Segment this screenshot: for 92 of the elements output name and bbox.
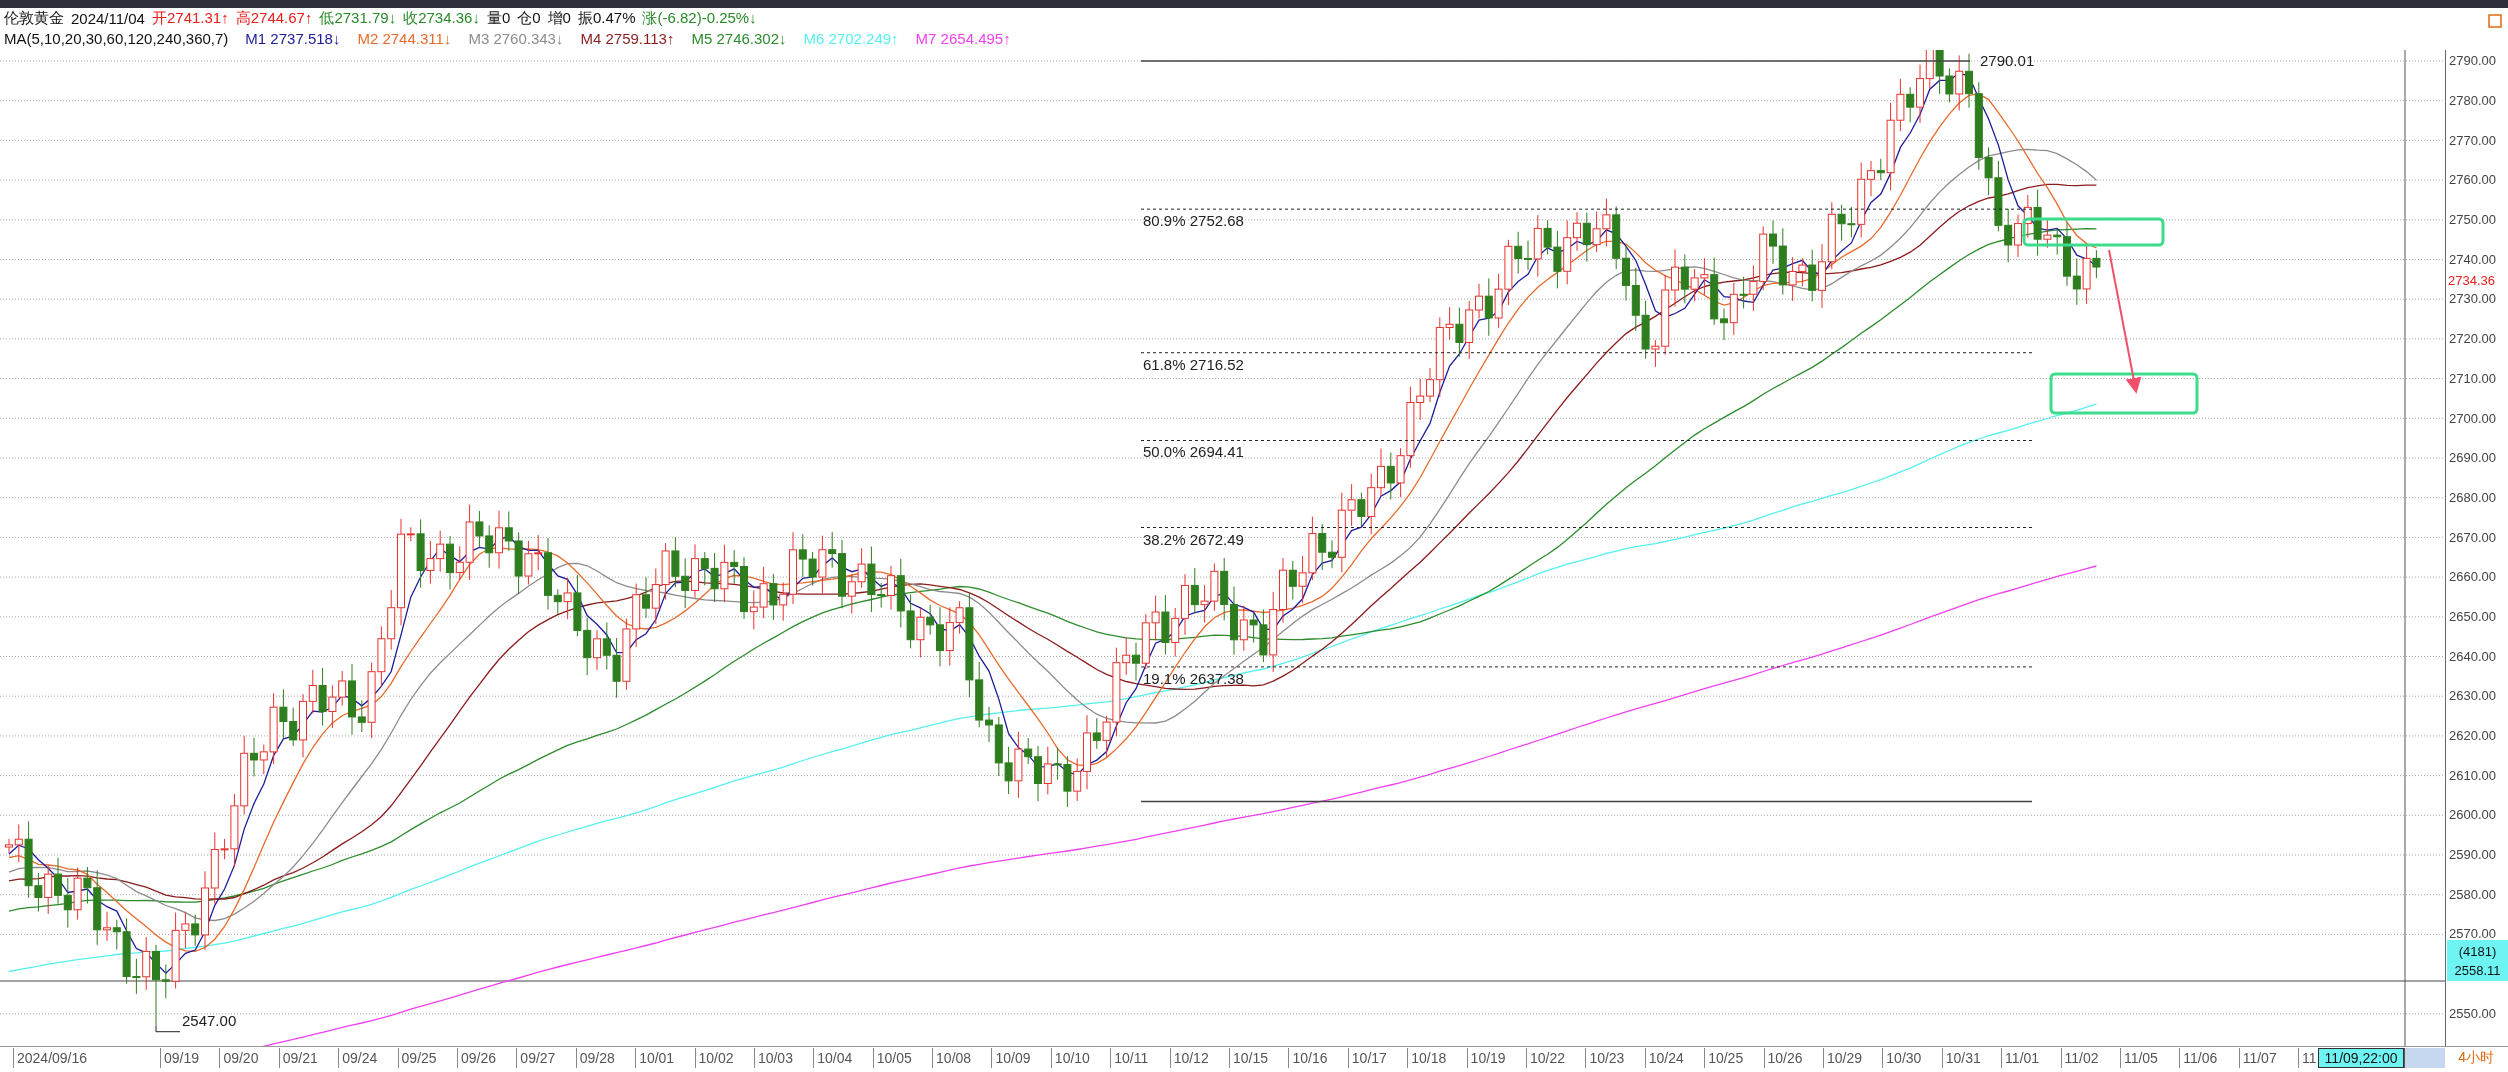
date-label: 11/01	[2004, 1050, 2040, 1066]
price-axis-label: 2590.00	[2448, 847, 2496, 863]
date-label: 10/19	[1469, 1050, 1506, 1066]
date-label: 10/04	[816, 1050, 853, 1066]
date-label: 10/12	[1172, 1050, 1209, 1066]
fibonacci-label: 50.0% 2694.41	[1143, 443, 1244, 461]
price-axis-label: 2780.00	[2448, 93, 2496, 109]
quote-value: 增0	[547, 8, 571, 28]
price-axis-label: 2690.00	[2448, 450, 2496, 466]
date-label: 10/15	[1232, 1050, 1269, 1066]
date-label: 10/29	[1825, 1050, 1862, 1066]
quote-value: 涨(-6.82)-0.25%↓	[642, 8, 757, 28]
date-label: 10/18	[1410, 1050, 1447, 1066]
date-label: 2024/09/16	[16, 1050, 88, 1066]
date-label: 10/09	[994, 1050, 1031, 1066]
price-axis-label: 2620.00	[2448, 728, 2496, 744]
price-axis-label: 2650.00	[2448, 608, 2496, 624]
price-axis-label: 2760.00	[2448, 172, 2496, 188]
moving-average-value: M2 2744.311↓	[357, 29, 452, 47]
date-label: 09/28	[578, 1050, 615, 1066]
date-label: 11/05	[2122, 1050, 2158, 1066]
date-label: 11/07	[2241, 1050, 2277, 1066]
price-axis-label: 2720.00	[2448, 331, 2496, 347]
fibonacci-label: 61.8% 2716.52	[1143, 355, 1244, 373]
quote-value: 低2731.79↓	[319, 8, 397, 28]
fibonacci-label: 80.9% 2752.68	[1143, 212, 1244, 230]
date-label: 09/20	[222, 1050, 259, 1066]
price-axis-label: 2550.00	[2448, 1005, 2496, 1021]
moving-average-value: M4 2759.113↑	[580, 29, 675, 47]
date-label: 10/31	[1944, 1050, 1981, 1066]
date-label: 10/01	[638, 1050, 675, 1066]
moving-average-value: M6 2702.249↑	[803, 29, 899, 47]
date-label: 09/24	[341, 1050, 378, 1066]
date-label: 10/23	[1588, 1050, 1625, 1066]
price-axis-label: 2600.00	[2448, 807, 2496, 823]
quote-date: 2024/11/04	[71, 9, 145, 27]
cursor-count: (4181)	[2458, 942, 2497, 961]
date-label: 10/02	[697, 1050, 734, 1066]
moving-average-value: M3 2760.343↓	[468, 29, 564, 47]
price-axis-label: 2570.00	[2448, 926, 2496, 942]
date-label: 10/30	[1885, 1050, 1922, 1066]
date-label: 09/21	[281, 1050, 318, 1066]
price-axis-label: 2610.00	[2448, 767, 2496, 783]
date-label: 10/17	[1350, 1050, 1387, 1066]
date-label: 10/25	[1707, 1050, 1744, 1066]
date-label: 09/26	[459, 1050, 496, 1066]
price-axis-label: 2660.00	[2448, 569, 2496, 585]
date-label: 10/24	[1647, 1050, 1684, 1066]
date-label: 10/03	[756, 1050, 793, 1066]
price-axis-label: 2710.00	[2448, 370, 2496, 386]
date-label: 10/08	[935, 1050, 972, 1066]
date-label: 11	[2301, 1050, 2317, 1066]
last-price-label: 2734.36	[2448, 273, 2495, 288]
date-label: 09/27	[519, 1050, 556, 1066]
cursor-time-label: 11/09,22:00	[2318, 1048, 2405, 1068]
price-axis-label: 2580.00	[2448, 886, 2496, 902]
quote-value: 量0	[486, 8, 511, 28]
instrument-name: 伦敦黄金	[4, 8, 64, 28]
date-label: 10/11	[1113, 1050, 1149, 1066]
price-axis-label: 2770.00	[2448, 132, 2496, 148]
date-label: 10/26	[1766, 1050, 1803, 1066]
price-axis-label: 2740.00	[2448, 251, 2496, 267]
high-price-label: 2790.01	[1980, 51, 2035, 69]
price-axis-label: 2670.00	[2448, 529, 2496, 545]
cursor-price: 2558.11	[2454, 961, 2501, 980]
date-label: 11/06	[2182, 1050, 2218, 1066]
moving-average-value: M5 2746.302↓	[691, 29, 787, 47]
date-label: 11/02	[2063, 1050, 2099, 1066]
moving-average-value: M7 2654.495↑	[915, 29, 1011, 47]
date-label: 10/22	[1529, 1050, 1566, 1066]
price-axis-label: 2750.00	[2448, 212, 2496, 228]
moving-average-value: M1 2737.518↓	[245, 29, 341, 47]
quote-value: 振0.47%	[577, 8, 636, 28]
quote-value: 收2734.36↓	[403, 8, 480, 28]
fibonacci-label: 38.2% 2672.49	[1143, 530, 1244, 548]
price-axis-label: 2730.00	[2448, 291, 2496, 307]
price-axis-label: 2680.00	[2448, 489, 2496, 505]
date-label: 10/16	[1291, 1050, 1328, 1066]
low-price-label: 2547.00	[182, 1011, 237, 1029]
price-axis-label: 2640.00	[2448, 648, 2496, 664]
quote-value: 开2741.31↑	[151, 8, 229, 28]
date-label: 10/05	[875, 1050, 912, 1066]
date-label: 09/25	[400, 1050, 437, 1066]
quote-value: 仓0	[517, 8, 541, 28]
period-label[interactable]: 4小时	[2445, 1049, 2508, 1067]
price-axis-label: 2630.00	[2448, 688, 2496, 704]
price-axis-label: 2700.00	[2448, 410, 2496, 426]
date-label: 10/10	[1053, 1050, 1090, 1066]
ma-parameters: MA(5,10,20,30,60,120,240,360,7)	[4, 29, 229, 47]
quote-value: 高2744.67↑	[235, 8, 313, 28]
price-axis-label: 2790.00	[2448, 53, 2496, 69]
date-label: 09/19	[163, 1050, 200, 1066]
